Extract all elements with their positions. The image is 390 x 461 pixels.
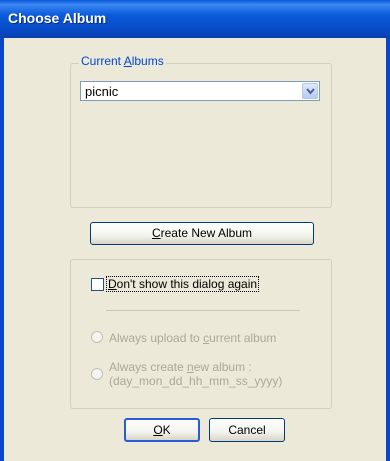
upload-current-album-radio[interactable] bbox=[91, 331, 103, 343]
ok-button[interactable]: OK bbox=[124, 418, 200, 442]
cancel-button[interactable]: Cancel bbox=[209, 418, 285, 442]
window-title: Choose Album bbox=[8, 10, 107, 26]
create-new-album-label: Always create new album : (day_mon_dd_hh_… bbox=[109, 360, 283, 388]
dont-show-label[interactable]: Don't show this dialog again bbox=[105, 276, 260, 292]
create-new-album-button[interactable]: Create New Album bbox=[90, 222, 314, 245]
current-albums-label: Current Albums bbox=[79, 54, 166, 68]
create-new-album-radio[interactable] bbox=[91, 368, 103, 380]
dont-show-checkbox[interactable] bbox=[91, 278, 104, 291]
chevron-down-icon bbox=[306, 88, 315, 95]
window-frame-right bbox=[386, 38, 390, 461]
upload-current-album-label: Always upload to current album bbox=[109, 331, 277, 345]
options-divider bbox=[106, 310, 300, 311]
album-select-value: picnic bbox=[85, 84, 119, 99]
title-bar[interactable]: Choose Album bbox=[0, 0, 390, 38]
album-select[interactable]: picnic bbox=[80, 81, 320, 101]
choose-album-dialog: Choose Album Current Albums picnic Creat… bbox=[0, 0, 390, 461]
dropdown-button[interactable] bbox=[302, 83, 318, 99]
window-frame-left bbox=[0, 38, 4, 461]
